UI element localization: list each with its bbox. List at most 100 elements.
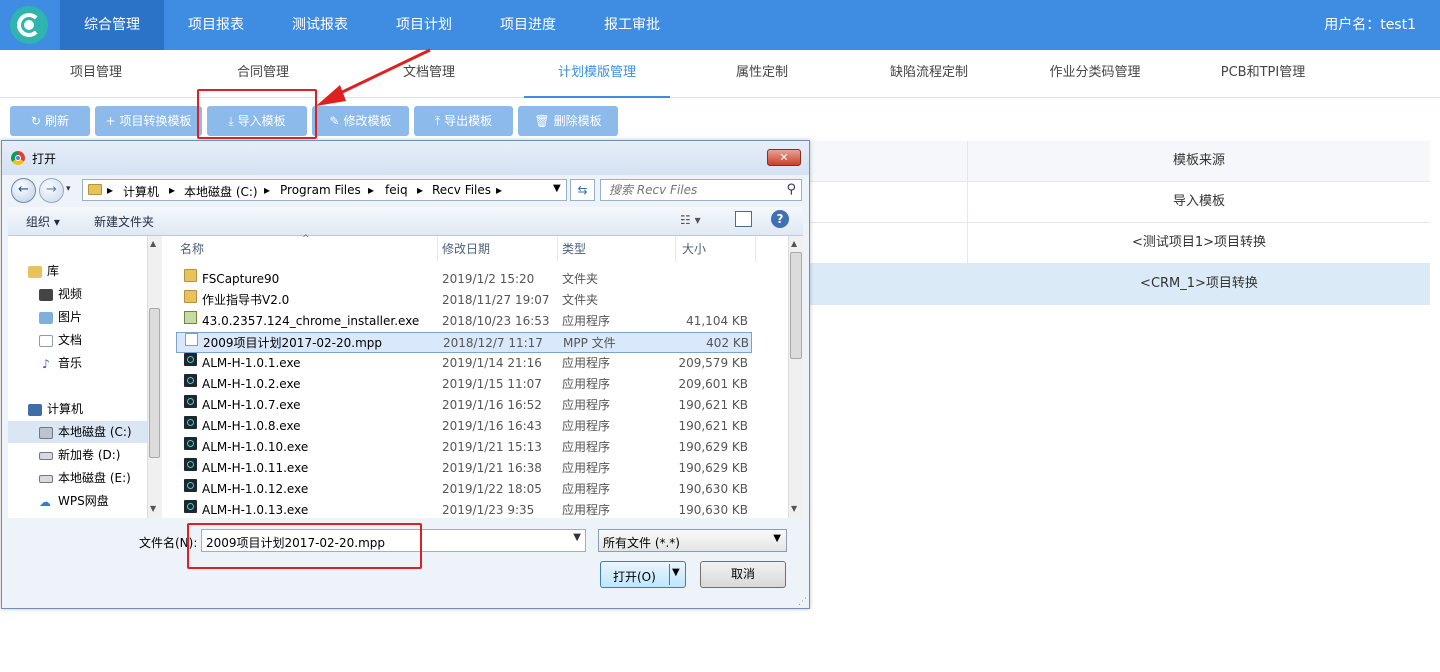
file-row[interactable]: FSCapture90 2019/1/2 15:20 文件夹: [176, 269, 752, 290]
nav-pane-item-drive-c[interactable]: 本地磁盘 (C:): [8, 421, 147, 443]
back-button[interactable]: ←: [11, 178, 36, 203]
file-row[interactable]: ALM-H-1.0.13.exe 2019/1/23 9:35 应用程序 190,63…: [176, 500, 752, 521]
breadcrumb-separator[interactable]: ▸: [169, 183, 175, 197]
username-label[interactable]: 用户名：test1: [1324, 0, 1416, 50]
recent-pages-dropdown-icon[interactable]: ▾: [66, 184, 71, 194]
file-type: 应用程序: [562, 356, 611, 370]
scrollbar-thumb[interactable]: [790, 252, 802, 359]
open-button[interactable]: 打开(O) ▼: [600, 561, 686, 588]
navigation-pane-scrollbar[interactable]: ▲ ▼: [147, 236, 161, 518]
organize-menu[interactable]: 组织 ▾: [26, 213, 60, 230]
file-row[interactable]: ALM-H-1.0.8.exe 2019/1/16 16:43 应用程序 190,62…: [176, 416, 752, 437]
tab-pcb-tpi-management[interactable]: PCB和TPI管理: [1190, 50, 1336, 98]
table-row[interactable]: <测试项目1>项目转换: [808, 223, 1430, 264]
cancel-button[interactable]: 取消: [700, 561, 786, 588]
file-row[interactable]: ALM-H-1.0.12.exe 2019/1/22 18:05 应用程序 190,6…: [176, 479, 752, 500]
file-date: 2019/1/22 18:05: [442, 482, 542, 496]
nav-item-general[interactable]: 综合管理: [60, 0, 164, 50]
refresh-folder-button[interactable]: ⇆: [570, 179, 595, 201]
breadcrumb-program-files[interactable]: Program Files: [280, 183, 361, 197]
search-input[interactable]: [601, 180, 771, 200]
file-row[interactable]: ALM-H-1.0.10.exe 2019/1/21 15:13 应用程序 190,6…: [176, 437, 752, 458]
search-box[interactable]: ⚲: [600, 179, 802, 201]
view-options-icon[interactable]: ☷ ▾: [680, 213, 701, 227]
preview-pane-icon[interactable]: [735, 211, 752, 227]
scroll-down-arrow-icon[interactable]: ▼: [791, 504, 797, 513]
nav-item-work-approval[interactable]: 报工审批: [580, 0, 684, 50]
music-icon: ♪: [42, 356, 50, 371]
breadcrumb[interactable]: ▸ 计算机 ▸ 本地磁盘 (C:) ▸ Program Files ▸ feiq…: [82, 179, 567, 201]
import-template-button[interactable]: ⤓ 导入模板: [207, 106, 307, 136]
nav-item-project-report[interactable]: 项目报表: [164, 0, 268, 50]
filetype-dropdown-icon[interactable]: ▼: [773, 533, 781, 544]
file-size: 41,104 KB: [686, 314, 748, 328]
breadcrumb-drive-c[interactable]: 本地磁盘 (C:): [184, 183, 258, 200]
file-size: 402 KB: [706, 336, 749, 350]
export-template-button[interactable]: ⤒ 导出模板: [414, 106, 513, 136]
column-header-template-source: 模板来源: [1172, 153, 1225, 168]
tab-project-management[interactable]: 项目管理: [24, 50, 168, 98]
filetype-select[interactable]: 所有文件 (*.*) ▼: [598, 529, 787, 552]
tab-document-management[interactable]: 文档管理: [358, 50, 500, 98]
file-type: 文件夹: [562, 272, 599, 286]
resize-grip-icon[interactable]: ⋰: [798, 597, 807, 607]
refresh-button[interactable]: ↻ 刷新: [10, 106, 90, 136]
breadcrumb-feiq[interactable]: feiq: [385, 183, 408, 197]
folder-icon: [184, 269, 197, 282]
file-row[interactable]: ALM-H-1.0.11.exe 2019/1/21 16:38 应用程序 190,6…: [176, 458, 752, 479]
breadcrumb-recv-files[interactable]: Recv Files: [432, 183, 491, 197]
help-icon[interactable]: ?: [771, 210, 789, 228]
file-date: 2019/1/23 9:35: [442, 503, 535, 517]
application-icon: [184, 437, 197, 450]
breadcrumb-computer[interactable]: 计算机: [123, 183, 159, 200]
breadcrumb-separator[interactable]: ▸: [264, 183, 270, 197]
close-button[interactable]: ✕: [767, 149, 801, 166]
tab-attribute-customization[interactable]: 属性定制: [690, 50, 834, 98]
open-file-dialog: 打开 ✕ ← → ▾ ▸ 计算机 ▸ 本地磁盘 (C:) ▸ Program F…: [1, 140, 810, 609]
scrollbar-thumb[interactable]: [149, 308, 160, 458]
file-row[interactable]: ALM-H-1.0.1.exe 2019/1/14 21:16 应用程序 209,57…: [176, 353, 752, 374]
application-icon: [184, 353, 197, 366]
tab-contract-management[interactable]: 合同管理: [192, 50, 334, 98]
file-row-selected[interactable]: 2009项目计划2017-02-20.mpp 2018/12/7 11:17 MPP…: [176, 332, 752, 353]
tab-plan-template-management[interactable]: 计划模版管理: [524, 50, 670, 98]
forward-button[interactable]: →: [39, 178, 64, 203]
file-row[interactable]: 作业指导书V2.0 2018/11/27 19:07 文件夹: [176, 290, 752, 311]
column-header-type[interactable]: 类型: [558, 236, 676, 262]
column-header-date[interactable]: 修改日期: [438, 236, 558, 262]
nav-item-project-plan[interactable]: 项目计划: [372, 0, 476, 50]
filename-input[interactable]: 2009项目计划2017-02-20.mpp ▼: [201, 529, 586, 552]
open-dropdown-icon[interactable]: ▼: [672, 567, 680, 578]
scroll-up-arrow-icon[interactable]: ▲: [791, 239, 797, 248]
tab-task-category-code[interactable]: 作业分类码管理: [1022, 50, 1168, 98]
folder-icon: [88, 184, 102, 195]
scroll-up-arrow-icon[interactable]: ▲: [150, 239, 156, 248]
file-list-scrollbar[interactable]: ▲ ▼: [788, 236, 803, 518]
column-header-size[interactable]: 大小: [676, 236, 756, 262]
scroll-down-arrow-icon[interactable]: ▼: [150, 504, 156, 513]
nav-item-project-progress[interactable]: 项目进度: [476, 0, 580, 50]
filename-dropdown-icon[interactable]: ▼: [573, 532, 581, 543]
nav-item-test-report[interactable]: 测试报表: [268, 0, 372, 50]
file-row[interactable]: 43.0.2357.124_chrome_installer.exe 2018/1…: [176, 311, 752, 332]
drive-icon: [39, 451, 53, 460]
address-dropdown-icon[interactable]: ▼: [553, 183, 561, 194]
dialog-title-bar[interactable]: 打开 ✕: [2, 141, 809, 175]
breadcrumb-separator[interactable]: ▸: [368, 183, 374, 197]
tab-defect-flow-customization[interactable]: 缺陷流程定制: [856, 50, 1002, 98]
file-size: 190,621 KB: [678, 398, 748, 412]
table-row[interactable]: 导入模板: [808, 182, 1430, 223]
search-icon[interactable]: ⚲: [786, 182, 796, 197]
breadcrumb-separator[interactable]: ▸: [496, 183, 502, 197]
breadcrumb-separator[interactable]: ▸: [107, 183, 113, 197]
edit-template-button[interactable]: ✎ 修改模板: [312, 106, 409, 136]
breadcrumb-separator[interactable]: ▸: [417, 183, 423, 197]
convert-template-button[interactable]: + 项目转换模板: [95, 106, 202, 136]
application-icon: [184, 416, 197, 429]
file-row[interactable]: ALM-H-1.0.2.exe 2019/1/15 11:07 应用程序 209,60…: [176, 374, 752, 395]
new-folder-button[interactable]: 新建文件夹: [94, 213, 154, 230]
table-row-selected[interactable]: <CRM_1>项目转换: [808, 264, 1430, 305]
delete-template-button[interactable]: 🗑 删除模板: [518, 106, 618, 136]
file-row[interactable]: ALM-H-1.0.7.exe 2019/1/16 16:52 应用程序 190,62…: [176, 395, 752, 416]
file-type: 文件夹: [562, 293, 599, 307]
